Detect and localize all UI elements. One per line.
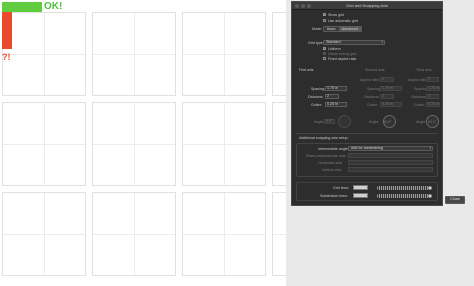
automatic-grid-checkbox[interactable]: [323, 19, 326, 22]
show-grid-label: Show grid: [328, 13, 344, 17]
chevron-down-icon: ▾: [381, 40, 383, 44]
grid-type-select[interactable]: Standard ▾: [323, 40, 385, 45]
second-spacing-field[interactable]: 1.75 in: [380, 86, 402, 91]
intermediate-angles-label: Intermediate angles:: [318, 147, 351, 151]
dialog-titlebar: Grid and Snapping Axis: [292, 2, 442, 10]
grid-cell: [272, 12, 286, 96]
second-angle-value: 90.0°: [383, 120, 392, 124]
second-axis-header: Second axis: [365, 68, 385, 72]
second-divisions-field[interactable]: 2: [380, 94, 394, 99]
grid-cell: [2, 102, 86, 186]
show-grid-checkbox[interactable]: [323, 13, 326, 17]
plane-axis-label: Plane perpendicular axis:: [306, 154, 347, 158]
additional-axis-title: Additional snapping axis setup:: [299, 136, 349, 140]
third-divisions-field[interactable]: 2: [426, 94, 439, 99]
second-divisions-label: Divisions:: [364, 95, 380, 99]
ok-status-bar: [2, 2, 42, 12]
third-gutter-field[interactable]: 0.25 in: [426, 102, 440, 107]
ok-status-text: OK!: [44, 1, 63, 12]
first-spacing-field[interactable]: 1.75 in: [325, 86, 347, 91]
fail-status-bar: [2, 12, 12, 49]
third-aspect-label: Aspect ratio:: [408, 78, 428, 82]
vertical-axis-field[interactable]: [348, 167, 433, 172]
third-spacing-field[interactable]: 1.75 in: [426, 86, 440, 91]
grid-lines-opacity-slider[interactable]: [377, 186, 429, 190]
first-divisions-label: Divisions:: [308, 95, 324, 99]
intermediate-angles-value: Add for constraining: [351, 146, 383, 150]
subdivision-lines-opacity-slider[interactable]: [377, 194, 429, 198]
second-gutter-field[interactable]: 0.25 in: [380, 102, 402, 107]
horizontal-axis-field[interactable]: [348, 160, 433, 165]
uniform-checkbox[interactable]: [323, 47, 326, 51]
grid-cell: [92, 102, 176, 186]
chevron-down-icon: ▾: [429, 146, 431, 150]
second-spacing-label: Spacing:: [367, 87, 381, 91]
second-aspect-field[interactable]: 1: [380, 77, 394, 82]
vertical-axis-label: Vertical axis:: [322, 168, 343, 172]
first-angle-field[interactable]: 0.0°: [324, 119, 335, 124]
second-aspect-label: Aspect ratio:: [360, 78, 380, 82]
grid-type-label: Grid type:: [308, 41, 324, 45]
second-gutter-label: Gutter:: [367, 103, 378, 107]
third-aspect-field[interactable]: 1: [426, 77, 439, 82]
mode-advanced[interactable]: Advanced: [338, 27, 361, 31]
first-gutter-label: Gutter:: [311, 103, 322, 107]
fail-status-text: ?!: [2, 52, 11, 62]
third-gutter-label: Gutter:: [414, 103, 425, 107]
grid-cell: [272, 102, 286, 186]
close-button[interactable]: Close: [445, 196, 465, 204]
fixed-aspect-checkbox[interactable]: [323, 57, 326, 60]
divide-evenly-checkbox[interactable]: [323, 52, 326, 55]
grid-lines-color-swatch[interactable]: [353, 185, 368, 190]
grid-cell: [2, 12, 86, 96]
dialog-title: Grid and Snapping Axis: [346, 3, 388, 8]
third-angle-label: Angle:: [416, 120, 427, 124]
grid-canvas: [0, 0, 286, 286]
grid-cell: [182, 102, 266, 186]
automatic-grid-label: Use automatic grid: [328, 19, 358, 23]
third-axis-header: Third axis: [416, 68, 432, 72]
grid-lines-label: Grid lines:: [333, 186, 350, 190]
horizontal-axis-label: Horizontal axis:: [318, 161, 343, 165]
grid-cell: [182, 12, 266, 96]
grid-lines-slider-thumb[interactable]: [428, 186, 432, 190]
intermediate-angles-select[interactable]: Add for constraining ▾: [348, 146, 433, 151]
subdivision-lines-label: Subdivision lines:: [320, 194, 348, 198]
divide-evenly-label: Divide evenly grid: [328, 52, 357, 56]
grid-snapping-dialog: Grid and Snapping Axis Show grid Use aut…: [291, 1, 443, 206]
grid-cell: [92, 192, 176, 276]
third-divisions-label: Divisions:: [411, 95, 427, 99]
grid-cell: [2, 192, 86, 276]
subdivision-lines-color-swatch[interactable]: [353, 193, 368, 198]
mode-segmented-control[interactable]: Basic Advanced: [323, 26, 362, 32]
grid-cell: [92, 12, 176, 96]
plane-axis-field[interactable]: [348, 153, 433, 158]
third-angle-value: 90.0°: [428, 120, 437, 124]
section-divider: [296, 133, 438, 134]
first-gutter-field[interactable]: 0.25 in: [325, 102, 347, 107]
grid-type-value: Standard: [326, 40, 341, 44]
first-spacing-label: Spacing:: [311, 87, 325, 91]
uniform-label: Uniform: [328, 47, 341, 51]
grid-cell: [272, 192, 286, 276]
first-axis-header: First axis: [299, 68, 314, 72]
first-divisions-field[interactable]: 2: [325, 94, 339, 99]
fixed-aspect-label: Fixed aspect ratio: [328, 57, 357, 61]
mode-basic[interactable]: Basic: [324, 27, 339, 31]
second-angle-label: Angle:: [369, 120, 380, 124]
subdivision-lines-slider-thumb[interactable]: [428, 194, 432, 198]
first-angle-label: Angle:: [314, 120, 325, 124]
grid-cell: [182, 192, 266, 276]
first-angle-knob[interactable]: [338, 115, 351, 128]
mode-label: Mode:: [312, 27, 322, 31]
